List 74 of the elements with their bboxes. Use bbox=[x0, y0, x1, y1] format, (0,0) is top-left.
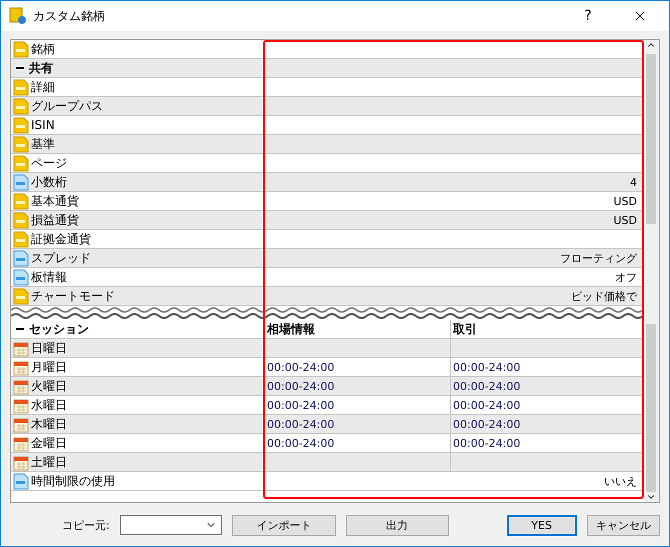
text-field-icon bbox=[13, 78, 29, 96]
help-button[interactable]: ? bbox=[565, 1, 611, 31]
calendar-icon bbox=[13, 340, 29, 356]
text-field-icon bbox=[13, 98, 29, 114]
trade-hours: 00:00-24:00 bbox=[453, 398, 520, 412]
scroll-thumb[interactable] bbox=[646, 54, 656, 224]
property-name: 詳細 bbox=[31, 78, 55, 96]
property-name: 証拠金通貨 bbox=[31, 230, 91, 248]
text-field-icon bbox=[13, 136, 29, 152]
property-name: 板情報 bbox=[31, 268, 67, 286]
property-value: いいえ bbox=[604, 474, 637, 488]
window-title: カスタム銘柄 bbox=[33, 8, 106, 24]
property-value: 4 bbox=[630, 176, 637, 188]
property-name: ページ bbox=[31, 154, 67, 172]
dialog-button[interactable]: 出力 bbox=[346, 514, 449, 536]
app-icon bbox=[9, 7, 27, 25]
day-name: 土曜日 bbox=[31, 454, 67, 470]
number-field-icon bbox=[13, 250, 29, 266]
property-name: 時間制限の使用 bbox=[31, 472, 115, 490]
text-field-icon bbox=[13, 192, 29, 210]
day-name: 木曜日 bbox=[31, 416, 67, 432]
quote-hours: 00:00-24:00 bbox=[267, 418, 334, 430]
dialog-button[interactable]: YES bbox=[506, 514, 577, 536]
property-name: 損益通貨 bbox=[31, 212, 79, 228]
property-name: グループパス bbox=[31, 98, 103, 114]
dialog-button[interactable]: キャンセル bbox=[586, 514, 660, 536]
property-value: USD bbox=[613, 194, 637, 208]
calendar-icon bbox=[13, 358, 29, 376]
property-name: 銘柄 bbox=[31, 40, 55, 58]
column-header: 相場情報 bbox=[265, 320, 451, 338]
quote-hours: 00:00-24:00 bbox=[267, 436, 334, 450]
trade-hours: 00:00-24:00 bbox=[453, 360, 520, 374]
property-value: USD bbox=[613, 214, 637, 226]
text-field-icon bbox=[13, 212, 29, 228]
day-name: 火曜日 bbox=[31, 378, 67, 394]
trade-hours: 00:00-24:00 bbox=[453, 418, 520, 430]
property-value: フローティング bbox=[560, 250, 637, 266]
text-field-icon bbox=[13, 116, 29, 134]
scroll-thumb[interactable] bbox=[646, 324, 656, 492]
property-value: オフ bbox=[615, 270, 637, 284]
text-field-icon bbox=[13, 40, 29, 58]
scrollbar[interactable] bbox=[643, 40, 659, 502]
property-name: 基準 bbox=[31, 136, 55, 152]
text-field-icon bbox=[13, 230, 29, 248]
copy-from-dropdown[interactable] bbox=[120, 515, 222, 535]
quote-hours: 00:00-24:00 bbox=[267, 398, 334, 412]
trade-hours: 00:00-24:00 bbox=[453, 436, 520, 450]
column-header: 取引 bbox=[452, 320, 478, 338]
day-name: 日曜日 bbox=[31, 340, 67, 356]
day-name: 金曜日 bbox=[31, 434, 67, 452]
property-value: ビッド価格で bbox=[571, 288, 637, 304]
calendar-icon bbox=[13, 416, 29, 432]
group-header[interactable]: セッション bbox=[11, 320, 265, 338]
day-name: 水曜日 bbox=[31, 396, 67, 414]
property-name: スプレッド bbox=[31, 250, 91, 266]
calendar-icon bbox=[13, 434, 29, 452]
calendar-icon bbox=[13, 378, 29, 394]
quote-hours: 00:00-24:00 bbox=[267, 380, 334, 392]
text-field-icon bbox=[13, 154, 29, 172]
text-field-icon bbox=[13, 288, 29, 304]
calendar-icon bbox=[13, 454, 29, 470]
property-name: 小数桁 bbox=[31, 174, 67, 190]
property-name: チャートモード bbox=[31, 288, 115, 304]
dialog-button[interactable]: インポート bbox=[232, 514, 336, 536]
number-field-icon bbox=[13, 268, 29, 286]
quote-hours: 00:00-24:00 bbox=[267, 360, 334, 374]
property-name: 基本通貨 bbox=[31, 192, 79, 210]
day-name: 月曜日 bbox=[31, 358, 67, 376]
number-field-icon bbox=[13, 472, 29, 490]
number-field-icon bbox=[13, 174, 29, 190]
calendar-icon bbox=[13, 396, 29, 414]
trade-hours: 00:00-24:00 bbox=[453, 380, 520, 392]
property-name: ISIN bbox=[31, 118, 55, 132]
copy-from-label: コピー元: bbox=[62, 518, 110, 532]
